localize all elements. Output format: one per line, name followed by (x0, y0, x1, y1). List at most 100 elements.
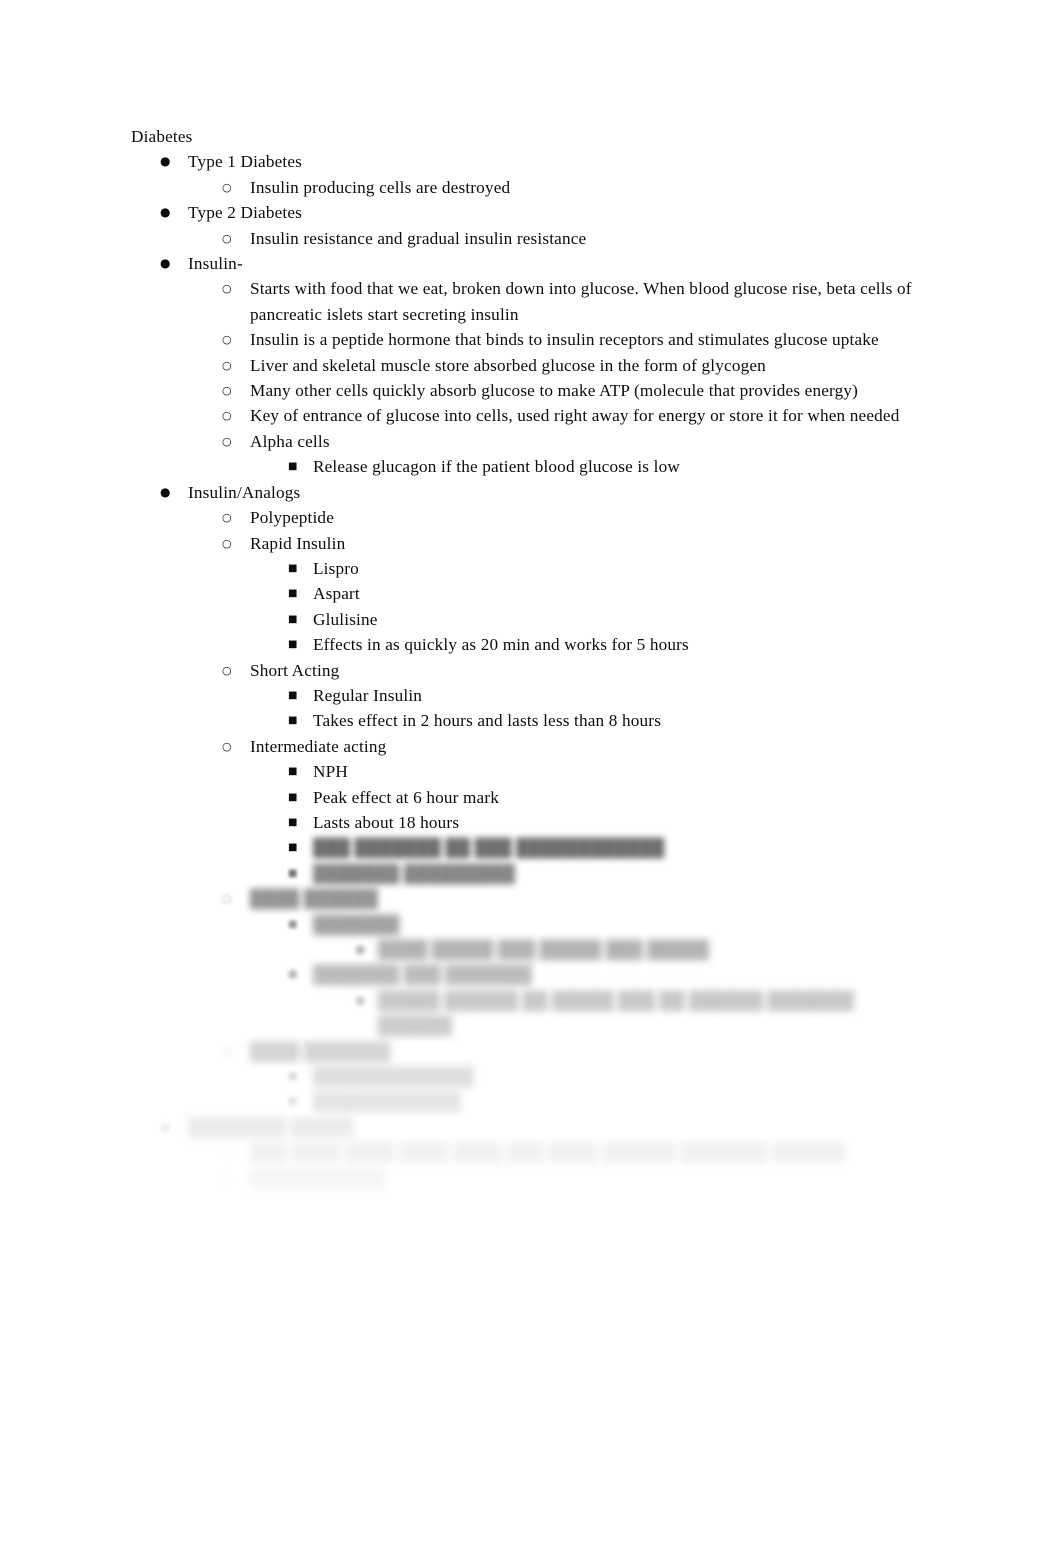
outline-item-redacted: ● ████ █████ ███ █████ ███ █████ (355, 937, 931, 962)
outline-item-text: Glulisine (313, 609, 378, 629)
outline-item-text: █████ ██████ ██ █████ ███ ██ ██████ ████… (378, 990, 859, 1036)
bullet-circle-icon: ○ (222, 536, 232, 550)
outline-item-text: Starts with food that we eat, broken dow… (250, 279, 917, 324)
page-title: Diabetes (131, 124, 931, 149)
outline-item-redacted: ○ ███████████ (222, 1166, 931, 1191)
outline-item-redacted: ○ ███ ████ ████ ████ ████ ███ ████ ██████… (222, 1140, 931, 1165)
outline-item: ● Insulin- (160, 251, 931, 276)
outline-item: ■ Effects in as quickly as 20 min and wor… (288, 632, 931, 657)
bullet-disc-icon: ● (355, 942, 366, 956)
bullet-square-icon: ■ (288, 766, 298, 778)
bullet-circle-icon: ○ (222, 358, 232, 372)
outline-item: ■ NPH (288, 759, 931, 784)
outline-body: Diabetes ● Type 1 Diabetes ○ Insulin produci… (131, 124, 931, 1191)
bullet-circle-icon: ○ (222, 180, 232, 194)
bullet-circle-icon: ○ (222, 409, 232, 423)
outline-item: ■ Aspart (288, 581, 931, 606)
bullet-circle-icon: ○ (222, 282, 232, 296)
outline-item-text: Insulin- (188, 254, 243, 274)
outline-item-text: ████████ █████ (188, 1117, 354, 1137)
outline-item: ■ Lispro (288, 556, 931, 581)
outline-item-text: Regular Insulin (313, 685, 423, 705)
outline-item-text: ███████████ (250, 1168, 386, 1188)
outline-item: ○ Rapid Insulin (222, 531, 931, 556)
outline-item: ● Type 1 Diabetes (160, 149, 931, 174)
outline-item-text: Short Acting (250, 660, 340, 680)
outline-item-text: Key of entrance of glucose into cells, u… (250, 406, 900, 426)
outline-item: ○ Alpha cells (222, 429, 931, 454)
outline-item: ■ Glulisine (288, 607, 931, 632)
outline-item-text: Type 2 Diabetes (188, 203, 303, 223)
outline-item-text: ████ █████ ███ █████ ███ █████ (378, 940, 710, 959)
outline-item: ○ Key of entrance of glucose into cells, … (222, 403, 931, 428)
outline-item: ○ Short Acting (222, 658, 931, 683)
outline-item-text: Aspart (313, 584, 360, 604)
outline-item-redacted: ■ ████████████ (288, 1089, 931, 1114)
outline-item: ■ Release glucagon if the patient blood g… (288, 454, 931, 479)
bullet-square-icon: ■ (288, 867, 298, 879)
outline-item-text: █████████████ (313, 1067, 474, 1087)
bullet-circle-icon: ○ (222, 1044, 232, 1058)
outline-item-redacted: ● ████████ █████ (160, 1115, 931, 1140)
bullet-square-icon: ■ (288, 918, 298, 930)
bullet-square-icon: ■ (288, 689, 298, 701)
outline-item-text: Lispro (313, 558, 359, 578)
outline-item-redacted: ■ █████████████ (288, 1064, 931, 1089)
outline-item-text: ███████ ███ ███████ (313, 965, 532, 985)
bullet-circle-icon: ○ (222, 1171, 232, 1185)
bullet-circle-icon: ○ (222, 384, 232, 398)
outline-item-text: Takes effect in 2 hours and lasts less t… (313, 711, 662, 731)
outline-item: ○ Insulin is a peptide hormone that binds… (222, 327, 931, 352)
outline-item-text: Many other cells quickly absorb glucose … (250, 381, 859, 401)
bullet-square-icon: ■ (288, 1071, 298, 1083)
bullet-square-icon: ■ (288, 562, 298, 574)
document-page: Diabetes ● Type 1 Diabetes ○ Insulin produci… (0, 0, 1062, 1561)
outline-item: ○ Insulin resistance and gradual insulin … (222, 226, 931, 251)
outline-item: ■ Takes effect in 2 hours and lasts less … (288, 708, 931, 733)
bullet-square-icon: ■ (288, 816, 298, 828)
bullet-disc-icon: ● (160, 205, 171, 220)
outline-item-text: ███ ███████ ██ ███ ████████████ (313, 838, 665, 858)
bullet-circle-icon: ○ (222, 892, 232, 906)
bullet-disc-icon: ● (160, 1119, 171, 1134)
outline-item-text: ████████████ (313, 1092, 462, 1112)
bullet-square-icon: ■ (288, 613, 298, 625)
outline-item-redacted: ■ ███████ █████████ (288, 861, 931, 886)
bullet-circle-icon: ○ (222, 434, 232, 448)
outline-item: ○ Many other cells quickly absorb glucose… (222, 378, 931, 403)
outline-item: ● Type 2 Diabetes (160, 200, 931, 225)
bullet-square-icon: ■ (288, 715, 298, 727)
outline-item-text: Polypeptide (250, 508, 335, 528)
outline-item-text: Alpha cells (250, 431, 330, 451)
bullet-circle-icon: ○ (222, 663, 232, 677)
outline-item-text: Intermediate acting (250, 736, 387, 756)
bullet-disc-icon: ● (160, 484, 171, 499)
bullet-circle-icon: ○ (222, 1146, 232, 1160)
bullet-square-icon: ■ (288, 791, 298, 803)
outline-item-text: ███████ █████████ (313, 863, 516, 883)
outline-item-text: ████ ██████ (250, 889, 378, 909)
bullet-square-icon: ■ (288, 639, 298, 651)
outline-item-text: Peak effect at 6 hour mark (313, 787, 499, 807)
outline-item: ○ Insulin producing cells are destroyed (222, 175, 931, 200)
outline-item: ○ Liver and skeletal muscle store absorbe… (222, 353, 931, 378)
outline-item-text: Release glucagon if the patient blood gl… (313, 457, 680, 477)
outline-item-redacted: ○ ████ ██████ (222, 886, 931, 911)
outline-item-text: Effects in as quickly as 20 min and work… (313, 635, 689, 655)
outline-item-text: Insulin/Analogs (188, 482, 301, 502)
outline-item-text: Insulin producing cells are destroyed (250, 177, 511, 197)
outline-item-redacted: ● █████ ██████ ██ █████ ███ ██ ██████ ███… (355, 988, 931, 1039)
outline-item-text: Type 1 Diabetes (188, 152, 303, 172)
outline-item-text: NPH (313, 762, 348, 782)
outline-item-text: Rapid Insulin (250, 533, 346, 553)
outline-item-text: ███ ████ ████ ████ ████ ███ ████ ██████ … (250, 1143, 846, 1163)
outline-item-text: Insulin is a peptide hormone that binds … (250, 330, 879, 350)
outline-item-redacted: ■ ███ ███████ ██ ███ ████████████ (288, 835, 931, 860)
outline-item-text: Lasts about 18 hours (313, 812, 460, 832)
outline-item: ○ Polypeptide (222, 505, 931, 530)
outline-item-redacted: ○ ████ ███████ (222, 1039, 931, 1064)
bullet-disc-icon: ● (160, 256, 171, 271)
outline-item: ■ Regular Insulin (288, 683, 931, 708)
outline-item-text: ████ ███████ (250, 1041, 391, 1061)
bullet-square-icon: ■ (288, 588, 298, 600)
